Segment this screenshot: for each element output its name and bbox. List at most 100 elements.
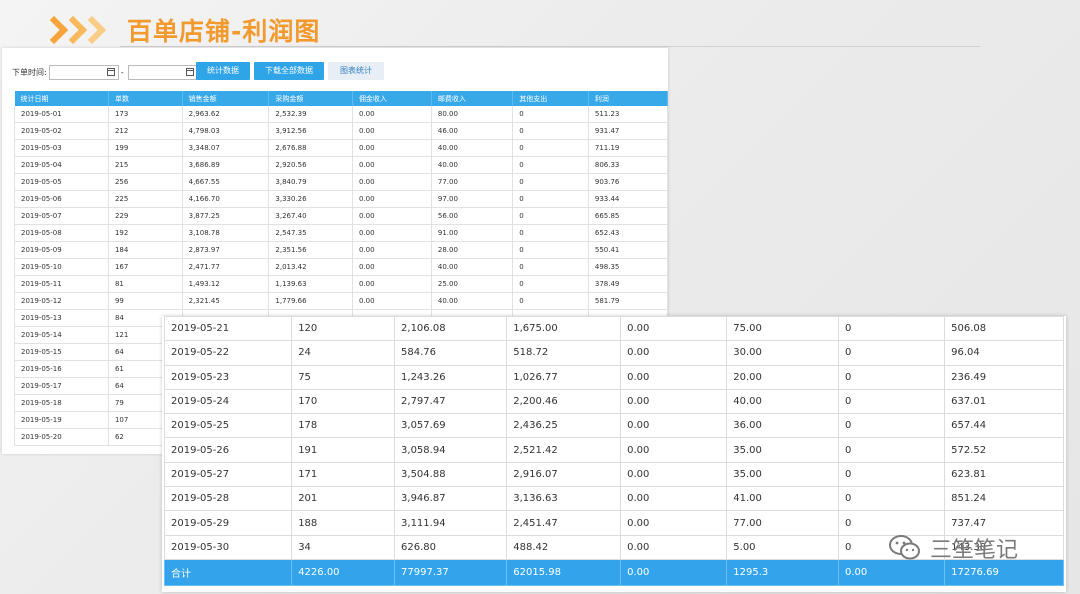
table-cell: 3,111.94 [394, 510, 508, 536]
table-cell: 0 [512, 275, 589, 293]
watermark-text: 三笙笔记 [930, 538, 1019, 563]
wechat-icon [889, 535, 920, 560]
table-cell: 2019-05-17 [14, 377, 109, 395]
table-cell: 2019-05-20 [14, 428, 109, 446]
table-cell: 215 [107, 156, 183, 174]
order-time-label: 下单时间: [12, 67, 47, 77]
table-cell: 2019-05-14 [14, 326, 109, 344]
table-cell: 40.00 [430, 292, 514, 310]
table-cell: 3,946.87 [394, 486, 508, 512]
table-cell: 91.00 [430, 224, 514, 242]
table-row: 2019-05-12 99 2,321.45 1,779.66 0.00 40.00 0 58… [14, 292, 668, 310]
slide-title: 百单店铺-利润图 [39, 10, 320, 50]
table-cell: 0.00 [351, 224, 432, 242]
table-cell: 3,912.56 [268, 122, 353, 140]
table-cell: 40.00 [430, 156, 514, 174]
column-header: 邮费收入 [431, 91, 514, 106]
table-cell: 3,136.63 [506, 486, 622, 512]
table-row: 2019-05-02 212 4,798.03 3,912.56 0.00 46.00 0 9… [14, 122, 668, 140]
table-cell: 498.35 [587, 258, 668, 276]
table-cell: 3,840.79 [268, 173, 353, 191]
table-cell: 652.43 [587, 224, 668, 242]
table-cell: 2,963.62 [181, 106, 270, 123]
table-cell: 0.00 [351, 190, 432, 208]
table-cell: 2019-05-28 [163, 486, 293, 512]
table-cell: 0.00 [620, 413, 728, 439]
table-cell: 0.00 [351, 241, 432, 259]
table-row: 2019-05-27 171 3,504.88 2,916.07 0.00 35.00 0 6… [163, 461, 1064, 488]
table-row: 2019-05-04 215 3,686.89 2,920.56 0.00 40.00 0 8… [14, 156, 668, 174]
table-cell: 2019-05-15 [14, 343, 109, 361]
table-cell: 96.04 [944, 340, 1064, 366]
table-cell: 2019-05-23 [163, 364, 293, 390]
stats-button[interactable]: 统计数据 [196, 62, 250, 80]
total-cell: 1295.3 [726, 558, 839, 586]
table-cell: 199 [107, 139, 183, 157]
table-cell: 2,521.42 [506, 437, 622, 463]
table-cell: 201 [291, 486, 396, 512]
table-cell: 581.79 [587, 292, 668, 310]
calendar-icon[interactable] [185, 67, 194, 76]
table-cell: 0.00 [620, 486, 728, 512]
table-cell: 225 [107, 190, 183, 208]
table-row: 2019-05-10 167 2,471.77 2,013.42 0.00 40.00 0 4… [14, 258, 668, 276]
table-cell: 0.00 [351, 106, 432, 123]
column-header: 采购金额 [268, 91, 353, 106]
table-cell: 40.00 [430, 139, 514, 157]
table-cell: 2019-05-08 [14, 224, 109, 242]
start-date-input[interactable] [48, 64, 119, 80]
table-cell: 711.19 [587, 139, 668, 157]
title-divider [120, 46, 980, 47]
table-cell: 623.81 [944, 461, 1064, 488]
download-all-button[interactable]: 下载全部数据 [254, 62, 324, 80]
table-cell: 2,676.88 [268, 139, 353, 157]
table-cell: 0 [837, 364, 946, 390]
table-cell: 3,348.07 [181, 139, 270, 157]
date-range-separator: - [120, 67, 124, 77]
table-cell: 40.00 [430, 258, 514, 276]
table-cell: 30.00 [726, 340, 839, 366]
table-cell: 2019-05-09 [14, 241, 109, 259]
column-header: 佣金收入 [352, 91, 432, 106]
table-cell: 806.33 [587, 156, 668, 174]
table-cell: 35.00 [726, 437, 839, 463]
table-cell: 36.00 [726, 413, 839, 439]
table-cell: 2019-05-16 [14, 360, 109, 378]
table-cell: 77.00 [430, 173, 514, 191]
column-header: 其他支出 [512, 91, 589, 106]
table-cell: 0.00 [620, 340, 728, 366]
table-row: 2019-05-06 225 4,166.70 3,330.26 0.00 97.00 0 9… [14, 190, 668, 208]
table-cell: 0 [837, 486, 946, 512]
table-cell: 0 [512, 224, 589, 242]
table-cell: 2019-05-22 [163, 340, 293, 366]
calendar-icon[interactable] [106, 67, 115, 76]
table-cell: 518.72 [506, 340, 622, 366]
end-date-input[interactable] [127, 64, 198, 80]
table-cell: 1,675.00 [506, 316, 622, 342]
table-cell: 40.00 [726, 388, 839, 415]
table-cell: 2019-05-19 [14, 411, 109, 429]
table-cell: 3,504.88 [394, 461, 508, 488]
table-cell: 1,243.26 [394, 364, 508, 390]
table-cell: 0 [512, 139, 589, 157]
table-row: 2019-05-01 173 2,963.62 2,532.39 0.00 80.00 0 5… [14, 106, 668, 123]
table-cell: 2019-05-25 [163, 413, 293, 439]
table-cell: 0 [837, 316, 946, 342]
table-cell: 0 [837, 413, 946, 439]
table-cell: 0 [512, 106, 589, 123]
table-cell: 2,351.56 [268, 241, 353, 259]
table-cell: 1,139.63 [268, 275, 353, 293]
total-cell: 62015.98 [506, 558, 622, 586]
table-cell: 0.00 [620, 437, 728, 463]
table-cell: 378.49 [587, 275, 668, 293]
chart-stats-button[interactable]: 图表统计 [328, 62, 384, 80]
table-cell: 2019-05-27 [163, 461, 293, 488]
table-cell: 0 [512, 156, 589, 174]
table-cell: 75.00 [726, 316, 839, 342]
table-cell: 2,321.45 [181, 292, 270, 310]
table-cell: 0.00 [351, 156, 432, 174]
table-row: 2019-05-11 81 1,493.12 1,139.63 0.00 25.00 0 37… [14, 275, 668, 293]
total-cell: 4226.00 [291, 558, 396, 586]
table-cell: 3,057.69 [394, 413, 508, 439]
table-cell: 236.49 [944, 364, 1064, 390]
